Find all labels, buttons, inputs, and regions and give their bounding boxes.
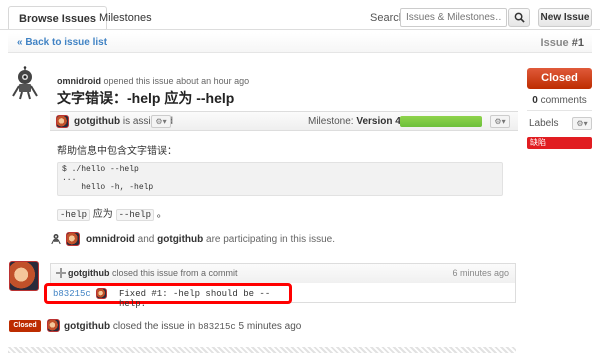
issue-status-button[interactable]: Closed (527, 68, 592, 89)
timeline-end-divider (8, 347, 516, 353)
event-time: 6 minutes ago (452, 268, 509, 278)
labels-title: Labels (529, 118, 559, 129)
closed-event-time: 5 minutes ago (238, 321, 302, 332)
commit-sha-link[interactable]: b83215c (53, 289, 91, 299)
gear-icon: ⚙▾ (576, 119, 588, 128)
milestone-progress-bar (400, 116, 482, 127)
commit-icon (56, 268, 66, 278)
milestone-progress-fill (400, 116, 482, 127)
participants-and: and (137, 234, 155, 245)
top-bar: Browse Issues Milestones Search: New Iss… (0, 0, 600, 34)
issue-opened-text: opened this issue about an hour ago (103, 76, 250, 86)
issue-title: 文字错误：-help 应为 --help (57, 90, 235, 106)
inline-code: --help (115, 209, 154, 221)
code-line: hello -h, -help (62, 183, 154, 192)
closed-event-text: gotgithub closed the issue in b83215c 5 … (64, 321, 301, 332)
labels-settings-button[interactable]: ⚙▾ (572, 117, 592, 130)
comments-count-label: comments (540, 95, 587, 106)
inline-text: 。 (153, 209, 167, 220)
back-to-issue-list-link[interactable]: « Back to issue list (17, 37, 107, 48)
closed-event-avatar[interactable] (47, 319, 60, 332)
closed-state-badge: Closed (9, 320, 41, 332)
assignment-bar: gotgithub is assigned ⚙▾ Milestone: Vers… (50, 111, 518, 131)
event-user-link[interactable]: gotgithub (68, 268, 109, 278)
commit-author-avatar[interactable] (96, 288, 107, 299)
closed-event-user-link[interactable]: gotgithub (64, 321, 110, 332)
issue-number: Issue #1 (541, 37, 584, 49)
tab-divider (0, 29, 600, 30)
comments-count: 0 comments (527, 95, 592, 106)
new-issue-button[interactable]: New Issue (538, 8, 592, 27)
issue-author-link[interactable]: omnidroid (57, 76, 101, 86)
participants-row: omnidroid and gotgithub are participatin… (50, 232, 520, 248)
issue-header-bar: « Back to issue list Issue #1 (8, 33, 592, 53)
issue-body-intro: 帮助信息中包含文字错误： (57, 146, 177, 157)
inline-code: -help (57, 209, 91, 221)
inline-text: 应为 (90, 209, 116, 220)
participant-link[interactable]: omnidroid (86, 234, 135, 245)
assignee-link[interactable]: gotgithub (74, 116, 120, 127)
participant-robot-icon[interactable] (50, 232, 62, 246)
participants-text: omnidroid and gotgithub are participatin… (86, 234, 335, 245)
search-button[interactable] (508, 8, 530, 27)
commit-highlight: b83215c Fixed #1: -help should be --help… (44, 283, 292, 309)
milestone-text: Milestone: Version 4.0 (308, 116, 409, 127)
comments-count-value: 0 (532, 95, 538, 106)
issue-body-inline-line: -help 应为 --help 。 (57, 205, 167, 221)
gear-icon: ⚙▾ (155, 117, 167, 126)
label-bug[interactable]: 缺陷 (527, 137, 592, 149)
milestone-settings-button[interactable]: ⚙▾ (490, 115, 510, 128)
assignee-settings-button[interactable]: ⚙▾ (151, 115, 171, 128)
commit-message[interactable]: Fixed #1: -help should be --help. (119, 289, 289, 309)
participant-link[interactable]: gotgithub (157, 234, 203, 245)
participants-suffix: are participating in this issue. (206, 234, 335, 245)
event-header: gotgithub closed this issue from a commi… (50, 263, 516, 283)
issue-number-prefix: Issue (540, 37, 569, 49)
closed-event-description: closed the issue in (112, 321, 196, 332)
gear-icon: ⚙▾ (494, 117, 506, 126)
milestone-label: Milestone: (308, 116, 354, 127)
issue-meta: omnidroid opened this issue about an hou… (57, 76, 249, 86)
tab-milestones[interactable]: Milestones (89, 6, 162, 30)
participant-avatar[interactable] (66, 232, 80, 246)
issue-code-block: $ ./hello --help... hello -h, -help (57, 162, 503, 196)
sidebar-divider (527, 110, 592, 111)
author-avatar-robot-icon[interactable] (8, 66, 42, 100)
code-line: ... (62, 174, 77, 183)
issue-discussion-box: omnidroid opened this issue about an hou… (50, 68, 518, 228)
event-author-avatar[interactable] (9, 261, 39, 291)
event-text: gotgithub closed this issue from a commi… (68, 268, 238, 278)
closed-event-sha-link[interactable]: b83215c (198, 322, 236, 332)
event-description: closed this issue from a commit (112, 268, 238, 278)
issue-number-value: #1 (571, 37, 584, 49)
search-icon (514, 12, 525, 23)
search-input[interactable] (400, 8, 507, 27)
code-line: $ ./hello --help (62, 165, 139, 174)
assignee-avatar[interactable] (56, 115, 69, 128)
